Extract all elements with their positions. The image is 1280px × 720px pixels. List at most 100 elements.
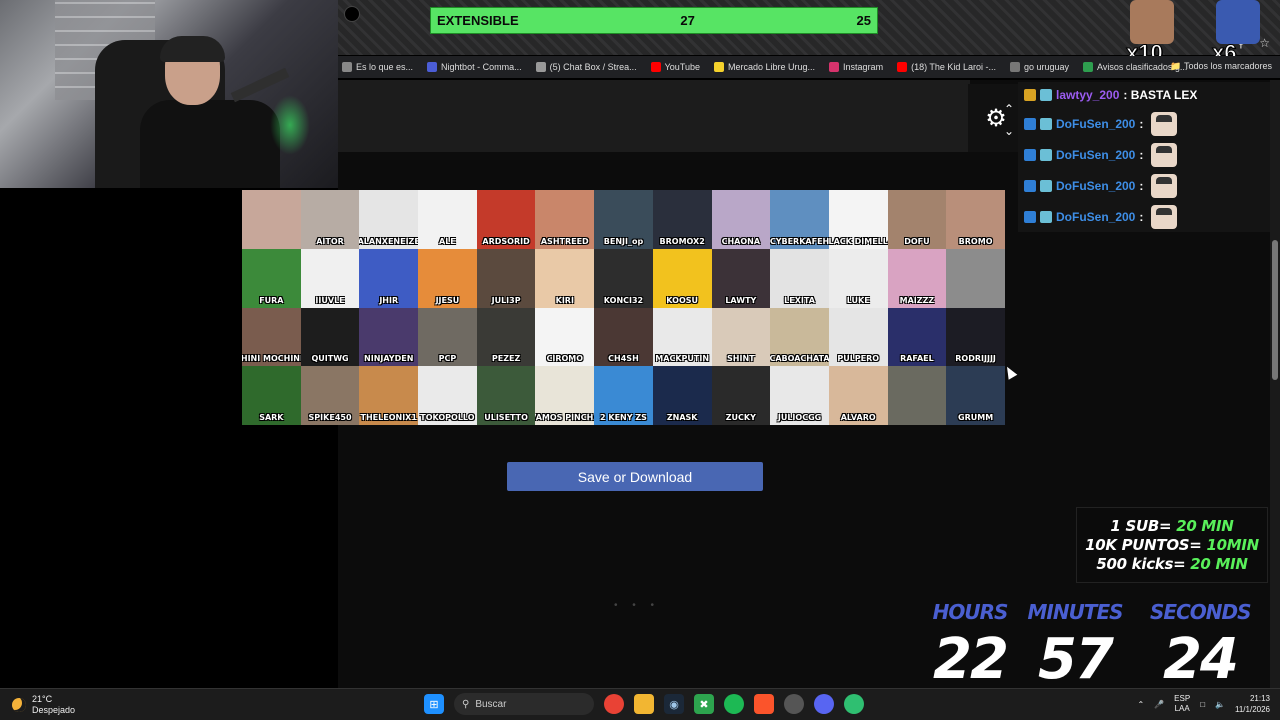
avatar-name: KOOSU [666,295,698,305]
bookmark-favicon-icon [650,62,661,72]
spotify-icon[interactable] [724,694,744,714]
avatar-tile[interactable]: RODRIJJJJ [946,307,1005,367]
bookmark-item[interactable]: Instagram [829,62,883,72]
avatar-tile[interactable]: SARK [242,366,301,425]
avatar-tile[interactable] [946,248,1005,308]
avatar-tile[interactable]: ZNASK [652,366,712,425]
xbox-icon[interactable]: ✖ [694,694,714,714]
scrollbar[interactable] [1270,80,1280,688]
avatar-name: BROMOX2 [659,236,705,246]
avatar-tile[interactable]: KONCI32 [594,248,653,308]
chevron-up-icon[interactable]: ⌃ [1004,98,1014,120]
avatar-tile[interactable]: LUKE [828,248,888,308]
avatar-tile[interactable] [242,190,301,249]
language-indicator[interactable]: ESP LAA [1174,694,1190,714]
avatar-tile[interactable]: SPIKE450 [300,366,360,425]
windows-start-icon[interactable]: ⊞ [424,694,444,714]
brave-icon[interactable] [754,694,774,714]
temperature: 21°C [32,694,53,704]
avatar-tile[interactable]: ALE [418,190,477,249]
avatar-tile[interactable]: MACKPUTIN [652,307,712,367]
avatar-tile[interactable]: ARDSORID [476,190,536,249]
discord-icon[interactable] [814,694,834,714]
taskbar-search[interactable]: ⚲ Buscar [454,693,594,715]
file-explorer-icon[interactable] [634,694,654,714]
scrollbar-thumb[interactable] [1272,240,1278,380]
chat-username[interactable]: DoFuSen_200 [1056,210,1135,224]
bookmark-item[interactable]: Mercado Libre Urug... [714,62,815,72]
microphone-icon[interactable]: 🎤 [1154,700,1164,709]
steam-icon[interactable]: ◉ [664,694,684,714]
bookmark-item[interactable]: Nightbot - Comma... [427,62,522,72]
avatar-tile[interactable] [887,366,947,425]
avatar-tile[interactable]: ULISETTO [476,366,536,425]
avatar-tile[interactable]: THELEONIX1 [359,366,419,425]
chat-message: DoFuSen_200: [1018,170,1270,201]
avatar-tile[interactable]: ALVARO [828,366,888,425]
avatar-tile[interactable]: ALANXENEIZE [359,190,419,249]
obs-taskbar-icon[interactable] [784,694,804,714]
avatar-tile[interactable]: JULI3P [476,248,536,308]
avatar-name: CHAONA [721,236,761,246]
avatar-tile[interactable]: ZUCKY [711,366,771,425]
chrome-icon[interactable] [604,694,624,714]
avatar-tile[interactable]: CIROMO [535,307,595,367]
bookmarks-folder[interactable]: 📁 Todos los marcadores [1170,61,1272,72]
avatar-tile[interactable]: RAFAEL [887,307,947,367]
avatar-tile[interactable]: AITOR [300,190,360,249]
avatar-tile[interactable]: BROMOX2 [652,190,712,249]
avatar-tile[interactable]: KIRI [535,248,595,308]
avatar-tile[interactable]: PULPERO [828,307,888,367]
bookmark-item[interactable]: (5) Chat Box / Strea... [535,62,637,72]
avatar-tile[interactable]: BROMO [946,190,1005,249]
avatar-tile[interactable]: QUITWG [300,307,360,367]
avatar-tile[interactable]: CHAONA [711,190,771,249]
clock[interactable]: 21:13 11/1/2026 [1235,693,1270,715]
app-icon[interactable] [844,694,864,714]
avatar-name: CABOACHATA [770,354,829,364]
windows-taskbar: 21°C Despejado ⊞ ⚲ Buscar ◉ ✖ ⌃ 🎤 ESP LA… [0,688,1280,720]
avatar-tile[interactable]: CABOACHATA [770,307,829,367]
bookmark-item[interactable]: YouTube [650,62,700,72]
avatar-tile[interactable]: MAIZZZ [887,248,947,308]
avatar-tile[interactable]: VAMOS PINCHA [535,366,595,425]
avatar-tile[interactable]: ASHTREED [535,190,595,249]
avatar-tile[interactable]: JJESU [418,248,477,308]
avatar-tile[interactable]: BENJI_op [594,190,653,249]
avatar-tile[interactable]: SHINT [711,307,771,367]
bookmark-item[interactable]: (18) The Kid Laroi -... [897,62,996,72]
avatar-tile[interactable]: KOOSU [652,248,712,308]
weather-widget[interactable]: 21°C Despejado [12,694,75,716]
avatar-tile[interactable]: PEZEZ [476,307,536,367]
avatar-tile[interactable]: CH4SH [594,307,653,367]
chat-username[interactable]: lawtyy_200 [1056,88,1119,102]
avatar-tile[interactable]: LAWTY [711,248,771,308]
avatar-tile[interactable]: COCHINI MOCHINICRY [242,307,301,367]
chat-username[interactable]: DoFuSen_200 [1056,179,1135,193]
chevron-up-icon[interactable]: ⌃ [1138,700,1145,709]
avatar-tile[interactable]: FURA [242,248,301,308]
save-download-button[interactable]: Save or Download [507,462,763,491]
avatar-tile[interactable]: 2 KENY ZS [594,366,653,425]
network-icon[interactable]: □ [1200,700,1205,709]
chat-username[interactable]: DoFuSen_200 [1056,148,1135,162]
avatar-name: NINJAYDEN [364,354,414,364]
chevron-down-icon[interactable]: ⌄ [1004,120,1014,142]
bookmark-item[interactable]: Es lo que es... [342,62,413,72]
chat-username[interactable]: DoFuSen_200 [1056,117,1135,131]
avatar-tile[interactable]: TOKOPOLLO [418,366,477,425]
avatar-tile[interactable]: BLACK DIMELLA [828,190,888,249]
avatar-tile[interactable]: JHIR [359,248,419,308]
avatar-tile[interactable]: CYBERKAFEH [770,190,829,249]
volume-icon[interactable]: 🔈 [1215,700,1225,709]
bookmark-item[interactable]: go uruguay [1009,62,1069,72]
avatar-tile[interactable]: GRUMM [946,366,1005,425]
avatar-tile[interactable]: IIUVLE [300,248,360,308]
avatar-tile[interactable]: NINJAYDEN [359,307,419,367]
avatar-tile[interactable]: PCP [418,307,477,367]
avatar-tile[interactable]: LEXITA [770,248,829,308]
avatar-tile[interactable]: DOFU [887,190,947,249]
seconds-label: SECONDS [1150,600,1252,624]
avatar-tile[interactable]: JULIOCGG [770,366,829,425]
avatar-name: THELEONIX1 [360,413,417,422]
